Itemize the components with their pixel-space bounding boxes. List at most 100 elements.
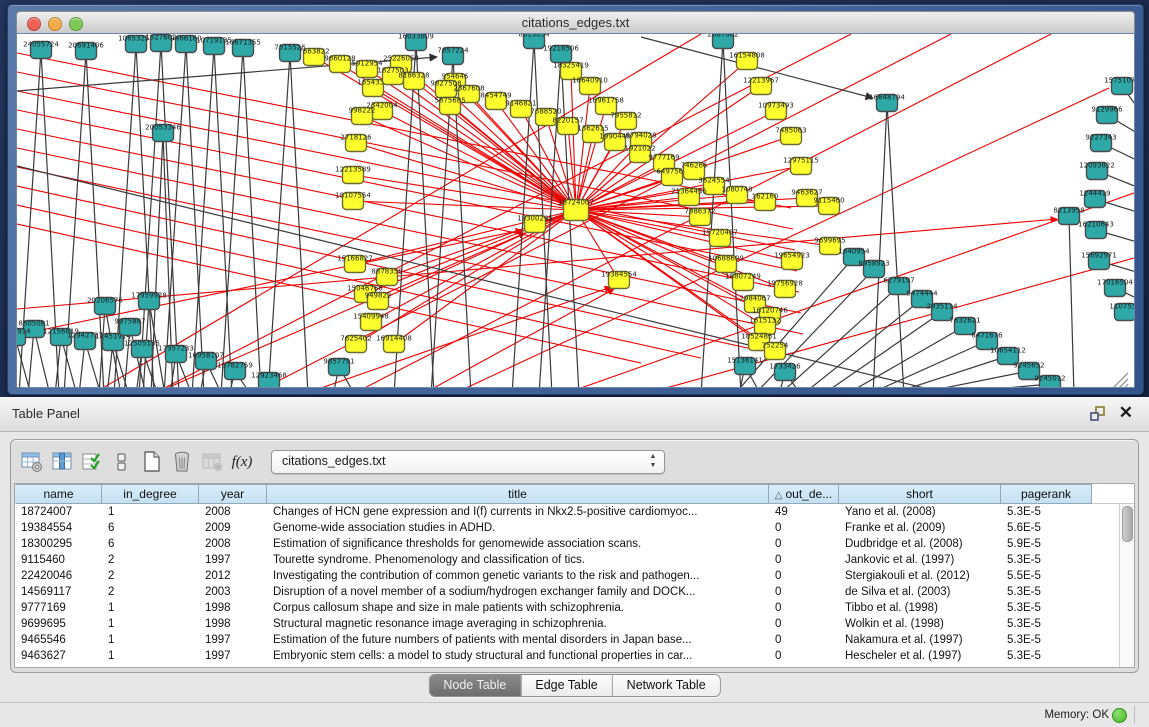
table-row[interactable]: 1830029562008Estimation of significance … xyxy=(15,536,1120,552)
column-header-short[interactable]: short xyxy=(839,484,1001,504)
column-header-pagerank[interactable]: pagerank xyxy=(1001,484,1092,504)
cell-out_degree[interactable]: 0 xyxy=(769,584,839,600)
rows-icon[interactable] xyxy=(107,447,137,477)
cell-pagerank[interactable]: 5.3E-5 xyxy=(1001,600,1092,616)
cell-year[interactable]: 1997 xyxy=(199,552,267,568)
table-row[interactable]: 977716911998Corpus callosum shape and si… xyxy=(15,600,1120,616)
cell-pagerank[interactable]: 5.3E-5 xyxy=(1001,648,1092,664)
table-row[interactable]: 969969511998Structural magnetic resonanc… xyxy=(15,616,1120,632)
tab-edge-table[interactable]: Edge Table xyxy=(520,675,611,696)
cell-out_degree[interactable]: 0 xyxy=(769,536,839,552)
cell-title[interactable]: Estimation of the future numbers of pati… xyxy=(267,632,769,648)
cell-name[interactable]: 9463627 xyxy=(15,648,102,664)
tab-node-table[interactable]: Node Table xyxy=(429,675,520,696)
cell-name[interactable]: 9777169 xyxy=(15,600,102,616)
cell-out_degree[interactable]: 0 xyxy=(769,648,839,664)
cell-short[interactable]: Jankovic et al. (1997) xyxy=(839,552,1001,568)
cell-out_degree[interactable]: 0 xyxy=(769,568,839,584)
table-row[interactable]: 946554611997Estimation of the future num… xyxy=(15,632,1120,648)
cell-short[interactable]: Dudbridge et al. (2008) xyxy=(839,536,1001,552)
cell-name[interactable]: 14569117 xyxy=(15,584,102,600)
vertical-scrollbar[interactable] xyxy=(1119,504,1134,667)
float-panel-icon[interactable] xyxy=(1089,405,1107,423)
column-header-in_degree[interactable]: in_degree xyxy=(102,484,199,504)
cell-in_degree[interactable]: 2 xyxy=(102,552,199,568)
cell-pagerank[interactable]: 5.9E-5 xyxy=(1001,536,1092,552)
close-panel-icon[interactable]: ✕ xyxy=(1119,403,1133,423)
scrollbar-thumb[interactable] xyxy=(1122,506,1133,542)
cell-short[interactable]: Hescheler et al. (1997) xyxy=(839,648,1001,664)
cell-in_degree[interactable]: 1 xyxy=(102,648,199,664)
cell-year[interactable]: 1997 xyxy=(199,648,267,664)
table-row[interactable]: 911546021997Tourette syndrome. Phenomeno… xyxy=(15,552,1120,568)
cell-year[interactable]: 2009 xyxy=(199,520,267,536)
cell-pagerank[interactable]: 5.3E-5 xyxy=(1001,616,1092,632)
cell-pagerank[interactable]: 5.6E-5 xyxy=(1001,520,1092,536)
table-row[interactable]: 1456911722003Disruption of a novel membe… xyxy=(15,584,1120,600)
column-header-year[interactable]: year xyxy=(199,484,267,504)
cell-in_degree[interactable]: 1 xyxy=(102,600,199,616)
tab-network-table[interactable]: Network Table xyxy=(612,675,720,696)
cell-title[interactable]: Tourette syndrome. Phenomenology and cla… xyxy=(267,552,769,568)
window-titlebar[interactable]: citations_edges.txt xyxy=(16,11,1135,35)
cell-short[interactable]: Yano et al. (2008) xyxy=(839,504,1001,520)
cell-name[interactable]: 18724007 xyxy=(15,504,102,520)
cell-pagerank[interactable]: 5.3E-5 xyxy=(1001,632,1092,648)
cell-year[interactable]: 2008 xyxy=(199,536,267,552)
column-header-title[interactable]: title xyxy=(267,484,769,504)
cell-name[interactable]: 22420046 xyxy=(15,568,102,584)
cell-pagerank[interactable]: 5.3E-5 xyxy=(1001,584,1092,600)
column-header-out_degree[interactable]: △out_de... xyxy=(769,484,839,504)
cell-short[interactable]: Franke et al. (2009) xyxy=(839,520,1001,536)
cell-short[interactable]: Wolkin et al. (1998) xyxy=(839,616,1001,632)
cell-out_degree[interactable]: 0 xyxy=(769,600,839,616)
cell-name[interactable]: 19384554 xyxy=(15,520,102,536)
cell-in_degree[interactable]: 2 xyxy=(102,584,199,600)
table-row[interactable]: 2242004622012Investigating the contribut… xyxy=(15,568,1120,584)
cell-title[interactable]: Corpus callosum shape and size in male p… xyxy=(267,600,769,616)
delete-table-icon[interactable] xyxy=(167,447,197,477)
cell-year[interactable]: 2008 xyxy=(199,504,267,520)
cell-short[interactable]: de Silva et al. (2003) xyxy=(839,584,1001,600)
cell-pagerank[interactable]: 5.5E-5 xyxy=(1001,568,1092,584)
cell-title[interactable]: Genome-wide association studies in ADHD. xyxy=(267,520,769,536)
cell-in_degree[interactable]: 1 xyxy=(102,632,199,648)
cell-pagerank[interactable]: 5.3E-5 xyxy=(1001,552,1092,568)
cell-out_degree[interactable]: 0 xyxy=(769,616,839,632)
network-canvas[interactable]: 1872400776638229860128591295416543342342… xyxy=(16,33,1135,388)
cell-year[interactable]: 2012 xyxy=(199,568,267,584)
memory-indicator-icon[interactable] xyxy=(1112,708,1127,723)
cell-pagerank[interactable]: 5.3E-5 xyxy=(1001,504,1092,520)
cell-title[interactable]: Investigating the contribution of common… xyxy=(267,568,769,584)
cell-year[interactable]: 1997 xyxy=(199,632,267,648)
cell-out_degree[interactable]: 0 xyxy=(769,552,839,568)
cell-title[interactable]: Structural magnetic resonance image aver… xyxy=(267,616,769,632)
cell-title[interactable]: Embryonic stem cells: a model to study s… xyxy=(267,648,769,664)
cell-short[interactable]: Tibbo et al. (1998) xyxy=(839,600,1001,616)
cell-year[interactable]: 1998 xyxy=(199,616,267,632)
dropdown-stepper-icon[interactable]: ▲▼ xyxy=(648,452,658,472)
cell-in_degree[interactable]: 6 xyxy=(102,536,199,552)
cell-year[interactable]: 2003 xyxy=(199,584,267,600)
cell-short[interactable]: Nakamura et al. (1997) xyxy=(839,632,1001,648)
cell-title[interactable]: Changes of HCN gene expression and I(f) … xyxy=(267,504,769,520)
cell-title[interactable]: Estimation of significance thresholds fo… xyxy=(267,536,769,552)
table-row[interactable]: 1938455462009Genome-wide association stu… xyxy=(15,520,1120,536)
column-select-icon[interactable] xyxy=(47,447,77,477)
cell-name[interactable]: 9699695 xyxy=(15,616,102,632)
column-checklist-icon[interactable] xyxy=(77,447,107,477)
cell-name[interactable]: 18300295 xyxy=(15,536,102,552)
cell-in_degree[interactable]: 6 xyxy=(102,520,199,536)
cell-short[interactable]: Stergiakouli et al. (2012) xyxy=(839,568,1001,584)
cell-year[interactable]: 1998 xyxy=(199,600,267,616)
table-row[interactable]: 1872400712008Changes of HCN gene express… xyxy=(15,504,1120,520)
new-table-icon[interactable] xyxy=(137,447,167,477)
table-settings-icon[interactable] xyxy=(17,447,47,477)
column-header-name[interactable]: name xyxy=(15,484,102,504)
cell-in_degree[interactable]: 1 xyxy=(102,616,199,632)
cell-name[interactable]: 9465546 xyxy=(15,632,102,648)
cell-title[interactable]: Disruption of a novel member of a sodium… xyxy=(267,584,769,600)
cell-in_degree[interactable]: 2 xyxy=(102,568,199,584)
cell-name[interactable]: 9115460 xyxy=(15,552,102,568)
cell-out_degree[interactable]: 49 xyxy=(769,504,839,520)
